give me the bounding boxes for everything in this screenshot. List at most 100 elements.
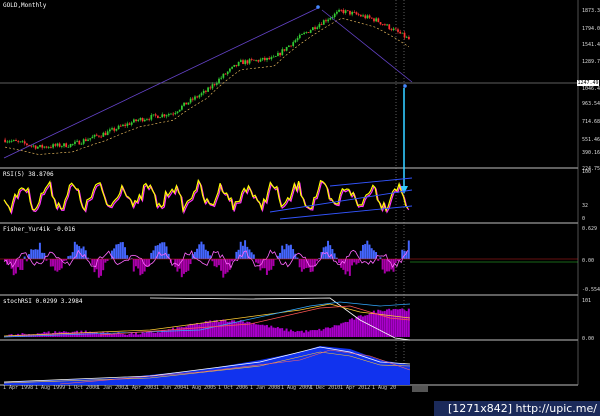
stoch-bar (45, 332, 48, 337)
candle-body (333, 13, 336, 18)
candle-body (50, 147, 52, 148)
candle-body (346, 10, 349, 12)
fisher-bar (222, 259, 225, 278)
fisher-bar (311, 259, 314, 272)
candle-body (218, 78, 220, 84)
stoch-bar (279, 328, 281, 337)
fisher-bar (158, 243, 161, 259)
candle-body (34, 145, 37, 149)
candle-body (233, 64, 236, 67)
fisher-bar (270, 259, 273, 270)
stoch-bar (110, 334, 113, 337)
candle-body (362, 15, 364, 17)
current-price-tag: 1247.49 (577, 80, 599, 86)
stoch-bar (169, 329, 172, 337)
fisher-bar (182, 259, 185, 274)
candle-body (283, 49, 286, 51)
candle-body (65, 143, 68, 148)
chart-canvas[interactable] (0, 0, 600, 416)
stoch-bar (388, 308, 391, 337)
stoch-bar (119, 333, 122, 337)
candle-body (78, 140, 81, 145)
price-label: 714.68 (582, 119, 600, 125)
fisher-bar (117, 244, 120, 259)
candle-body (17, 140, 20, 142)
fisher-bar (38, 242, 41, 259)
candle-body (178, 109, 181, 112)
fisher-bar (383, 259, 386, 274)
stoch-bar (313, 330, 316, 337)
candle-body (60, 146, 63, 147)
fisher-bar (52, 259, 54, 267)
stoch-bar (361, 316, 364, 337)
candle-body (368, 15, 371, 18)
stoch-bar (272, 327, 275, 337)
candle-body (143, 119, 146, 122)
candle-body (294, 40, 297, 43)
fisher-bar (385, 259, 388, 272)
stoch-bar (318, 328, 321, 337)
candle-body (279, 52, 281, 56)
stoch-level-top: 101 (582, 298, 592, 304)
fisher-bar (215, 259, 218, 268)
candle-body (165, 115, 168, 117)
stoch-bar (198, 324, 201, 337)
stoch-bar (364, 315, 367, 337)
candle-body (290, 45, 292, 47)
stoch-bar (143, 332, 146, 337)
stoch-bar (187, 324, 190, 337)
stoch-bar (327, 327, 330, 337)
stoch-bar (331, 327, 334, 337)
stoch-bar (76, 330, 78, 337)
candle-body (287, 45, 290, 48)
fisher-bar (150, 252, 153, 259)
stoch-bar (235, 322, 238, 337)
fisher-bar (102, 259, 105, 271)
fisher-bar (300, 259, 303, 272)
stoch-bar (185, 326, 188, 337)
stoch-bar (165, 330, 168, 337)
fisher-bar (303, 259, 306, 270)
candle-body (296, 38, 299, 41)
fisher-bar (202, 244, 205, 259)
candle-body (150, 115, 153, 120)
candle-body (399, 31, 402, 34)
candle-body (43, 146, 46, 148)
candle-body (191, 98, 194, 100)
candle-body (176, 111, 179, 113)
candle-body (397, 29, 399, 32)
stoch-bar (152, 332, 155, 337)
stoch-bar (176, 327, 179, 337)
stoch-bar (80, 330, 83, 337)
fisher-bar (161, 242, 164, 259)
fisher-bar (283, 249, 286, 259)
candle-body (198, 95, 201, 98)
candle-body (124, 124, 127, 126)
stoch-pane-title: stochRSI 0.0299 3.2984 (3, 298, 83, 305)
candle-body (259, 59, 262, 62)
candle-body (67, 146, 70, 148)
stoch-bar (65, 331, 68, 337)
candle-body (63, 143, 65, 147)
stoch-bar (58, 331, 61, 337)
candle-body (394, 28, 397, 30)
stoch-bar (337, 325, 340, 337)
candle-body (187, 102, 190, 105)
fisher-bar (189, 259, 192, 265)
candle-body (314, 27, 316, 29)
candle-body (170, 113, 172, 115)
candle-body (89, 138, 92, 140)
candle-body (183, 102, 185, 106)
fisher-bar (279, 252, 281, 259)
stoch-bar (296, 330, 299, 337)
stoch-bar (150, 331, 153, 337)
fisher-bar (361, 244, 364, 259)
candle-body (349, 10, 351, 15)
candle-body (239, 60, 242, 62)
time-label: 1 Aug 2009 (281, 385, 312, 391)
stoch-bar (348, 319, 351, 337)
candle-body (139, 118, 142, 120)
rsi-trendline-2 (279, 205, 413, 220)
candle-body (370, 17, 373, 19)
candle-body (266, 57, 268, 61)
